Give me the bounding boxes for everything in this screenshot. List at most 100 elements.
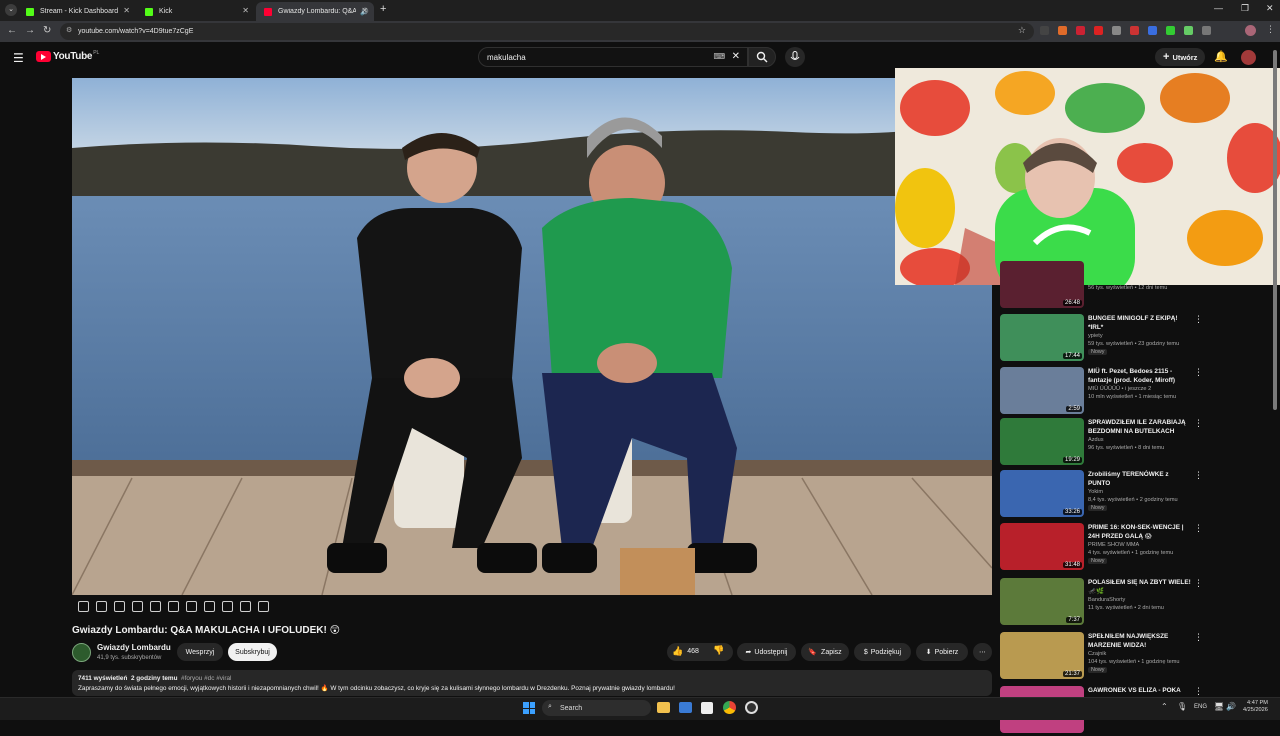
recommended-channel[interactable]: Czajnik [1088,651,1106,657]
picture-in-picture-icon[interactable] [204,601,215,612]
save-button[interactable]: 🔖 Zapisz [801,643,849,661]
more-options-icon[interactable]: ⋮ [1194,578,1203,589]
extension-icon[interactable] [1184,26,1193,35]
recommended-channel[interactable]: MIÜ ÜÜÜÜÜ • i jeszcze 2 [1088,386,1151,392]
profile-avatar[interactable] [1245,25,1256,36]
like-button[interactable]: 👍 468 [672,646,699,657]
close-tab-icon[interactable]: ✕ [361,6,368,15]
recommended-video-title[interactable]: SPEŁNIŁEM NAJWIĘKSZE MARZENIE WIDZA! [1088,632,1192,650]
close-tab-icon[interactable]: ✕ [123,6,130,15]
voice-search-button[interactable] [785,47,805,67]
more-options-icon[interactable]: ⋮ [1194,523,1203,534]
share-button[interactable]: ➦ Udostępnij [737,643,796,661]
recommended-video-title[interactable]: BUNGEE MINIGOLF Z EKIPĄ! *IRL* [1088,314,1192,332]
recommended-channel[interactable]: Azdus [1088,437,1104,443]
recommended-video[interactable]: 2:59 MIÜ ft. Pezet, Bedoes 2115 - fantazj… [1000,367,1270,417]
tab-kick[interactable]: Kick ✕ [137,2,255,21]
mini-player-icon[interactable] [168,601,179,612]
new-tab-button[interactable]: + [380,3,386,15]
chrome-icon[interactable] [723,701,736,714]
language-indicator[interactable]: ENG [1194,704,1207,710]
hamburger-menu-icon[interactable]: ☰ [13,51,24,65]
more-options-icon[interactable]: ⋮ [1194,470,1203,481]
notifications-bell-icon[interactable]: 🔔 [1214,50,1228,63]
more-options-icon[interactable]: ⋮ [1194,686,1203,697]
loop-icon[interactable] [78,601,89,612]
video-thumbnail[interactable]: 26:48 [1000,261,1084,308]
recommended-channel[interactable]: Yokim [1088,489,1103,495]
extension-icon[interactable] [1148,26,1157,35]
taskbar-search[interactable]: ⌕ Search [542,700,651,716]
recommended-channel[interactable]: BandurаShorty [1088,597,1125,603]
bookmark-star-icon[interactable]: ☆ [1018,25,1026,36]
channel-name[interactable]: Gwiazdy Lombardu [97,643,171,652]
obs-app-icon[interactable] [745,701,758,714]
extension-icon[interactable] [1166,26,1175,35]
more-options-icon[interactable]: ⋮ [1194,632,1203,643]
recommended-video[interactable]: 19:29 SPRAWDZIŁEM ILE ZARABIAJĄ BEZDOMNI … [1000,418,1270,468]
flask-icon[interactable] [240,601,251,612]
clock[interactable]: 4:47 PM 4/25/2026 [1243,700,1268,714]
clear-search-icon[interactable]: ✕ [732,51,740,62]
video-thumbnail[interactable]: 31:48 [1000,523,1084,570]
page-scrollbar[interactable] [1273,50,1277,410]
video-description-box[interactable]: 7411 wyświetleń 2 godziny temu #foryou #… [72,670,992,696]
recommended-channel[interactable]: ypiety [1088,333,1103,339]
close-window-icon[interactable]: ✕ [1266,3,1274,14]
close-tab-icon[interactable]: ✕ [242,6,249,15]
photos-icon[interactable] [679,702,692,713]
download-button[interactable]: ⬇ Pobierz [916,643,968,661]
hashtags[interactable]: #foryou #dc #viral [181,675,231,682]
channel-avatar[interactable] [72,643,91,662]
speed-icon[interactable] [186,601,197,612]
keyboard-icon[interactable]: ⌨ [713,52,725,61]
video-thumbnail[interactable]: 17:44 [1000,314,1084,361]
playlist-icon[interactable] [114,601,125,612]
recommended-channel[interactable]: PRIME SHOW MMA [1088,542,1139,548]
search-input[interactable]: makulacha ⌨ ✕ [478,47,748,67]
extension-icon[interactable] [1094,26,1103,35]
extension-icon[interactable] [1076,26,1085,35]
video-thumbnail[interactable]: 19:29 [1000,418,1084,465]
recommended-video[interactable]: 7:37 POLASIŁEM SIĘ NA ZBYT WIELE! 🦟🌿 Bandu… [1000,578,1270,628]
video-player[interactable] [72,78,992,595]
audio-icon[interactable] [96,601,107,612]
extension-icon[interactable] [1040,26,1049,35]
video-thumbnail[interactable]: 33:26 [1000,470,1084,517]
recommended-video[interactable]: 17:44 BUNGEE MINIGOLF Z EKIPĄ! *IRL* ypiet… [1000,314,1270,364]
recommended-video-title[interactable]: SPRAWDZIŁEM ILE ZARABIAJĄ BEZDOMNI NA BU… [1088,418,1192,436]
forward-icon[interactable]: → [25,25,35,36]
recommended-video[interactable]: 33:26 Zrobiliśmy TERENÓWKE z PUNTO Yokim 8,… [1000,470,1270,520]
recommended-video-title[interactable]: PRIME 16: KON-SEK-WENCJE | 24H PRZED GAL… [1088,523,1192,541]
calendar-icon[interactable] [132,601,143,612]
tray-chevron-icon[interactable]: ⌃ [1161,702,1168,711]
recommended-video-title[interactable]: POLASIŁEM SIĘ NA ZBYT WIELE! 🦟🌿 [1088,578,1192,596]
extensions-puzzle-icon[interactable] [1202,26,1211,35]
support-button[interactable]: Wesprzyj [177,643,223,661]
more-options-icon[interactable]: ⋮ [1194,418,1203,429]
more-options-icon[interactable]: ⋮ [1194,367,1203,378]
recommended-video-title[interactable]: GAWRONEK VS ELIZA - POKA [1088,686,1192,695]
recommended-video[interactable]: 26:48 56 tys. wyświetleń • 12 dni temu [1000,261,1270,309]
tab-youtube-video[interactable]: Gwiazdy Lombardu: Q&A M 🔊 ✕ [256,2,374,21]
network-icon[interactable]: 🖥 [1214,702,1224,711]
start-button[interactable] [523,702,535,714]
calendar-app-icon[interactable] [701,702,713,714]
extension-icon[interactable] [1058,26,1067,35]
reload-icon[interactable]: ↻ [43,25,51,36]
extension-icon[interactable] [1112,26,1121,35]
minimize-window-icon[interactable]: — [1214,3,1223,13]
file-explorer-icon[interactable] [657,702,670,713]
subscribe-button[interactable]: Subskrybuj [228,643,277,661]
settings-gear-icon[interactable] [258,601,269,612]
recommended-video[interactable]: 21:37 SPEŁNIŁEM NAJWIĘKSZE MARZENIE WIDZA… [1000,632,1270,682]
maximize-window-icon[interactable]: ❐ [1241,3,1249,14]
video-thumbnail[interactable]: 21:37 [1000,632,1084,679]
video-thumbnail[interactable]: 2:59 [1000,367,1084,414]
crop-icon[interactable] [150,601,161,612]
tab-kick-dashboard[interactable]: Stream - Kick Dashboard ✕ [18,2,136,21]
browser-menu-icon[interactable]: ⋮ [1266,24,1275,35]
address-bar[interactable]: ⚙ youtube.com/watch?v=4D9tue7zCgE ☆ [60,23,1034,40]
extension-icon[interactable] [1130,26,1139,35]
create-button[interactable]: + Utwórz [1155,48,1205,66]
